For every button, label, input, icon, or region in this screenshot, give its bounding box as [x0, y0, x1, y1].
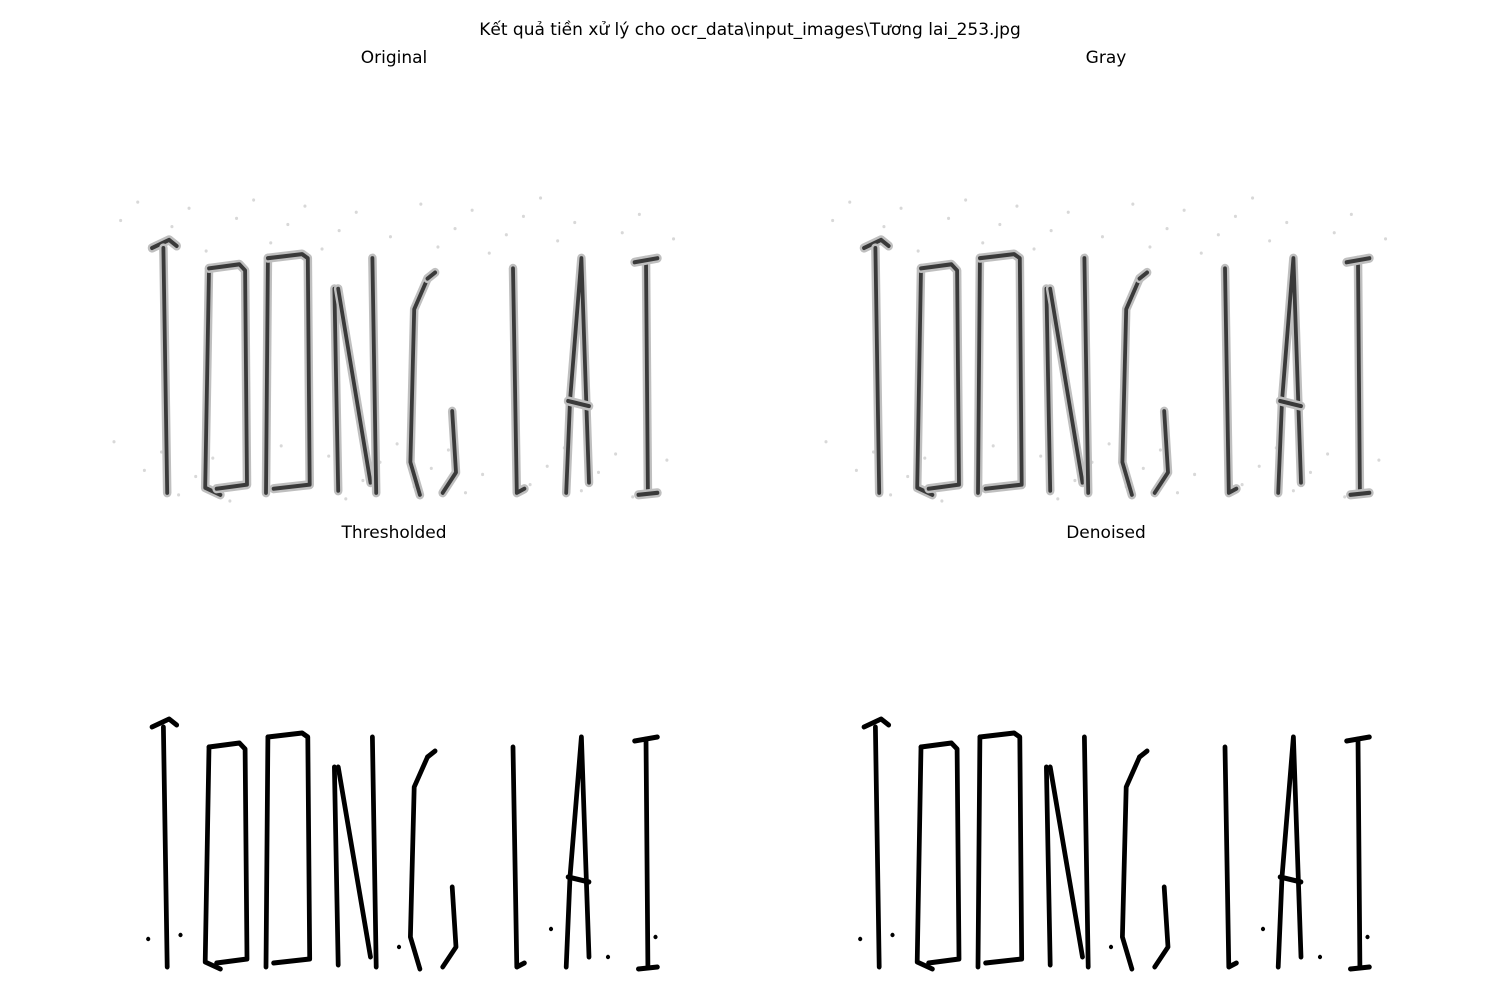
panel-denoised: Denoised [806, 522, 1406, 982]
panel-original: Original [94, 47, 694, 517]
panel-title-gray: Gray [1085, 48, 1127, 68]
panel-title-original: Original [360, 48, 428, 68]
word-image-icon [95, 196, 694, 517]
panel-title-denoised: Denoised [1066, 523, 1146, 543]
word-image-icon [95, 677, 694, 977]
gray-image [806, 177, 1406, 517]
panel-title-thresholded: Thresholded [341, 523, 447, 543]
word-image-icon [807, 677, 1406, 977]
figure-suptitle: Kết quả tiền xử lý cho ocr_data\input_im… [479, 20, 1021, 40]
original-image [94, 177, 694, 517]
matplotlib-figure: Kết quả tiền xử lý cho ocr_data\input_im… [0, 0, 1500, 1000]
word-image-icon [807, 196, 1406, 517]
denoised-image [806, 677, 1406, 977]
thresholded-image [94, 677, 694, 977]
panel-thresholded: Thresholded [94, 522, 694, 982]
panel-gray: Gray [806, 47, 1406, 517]
